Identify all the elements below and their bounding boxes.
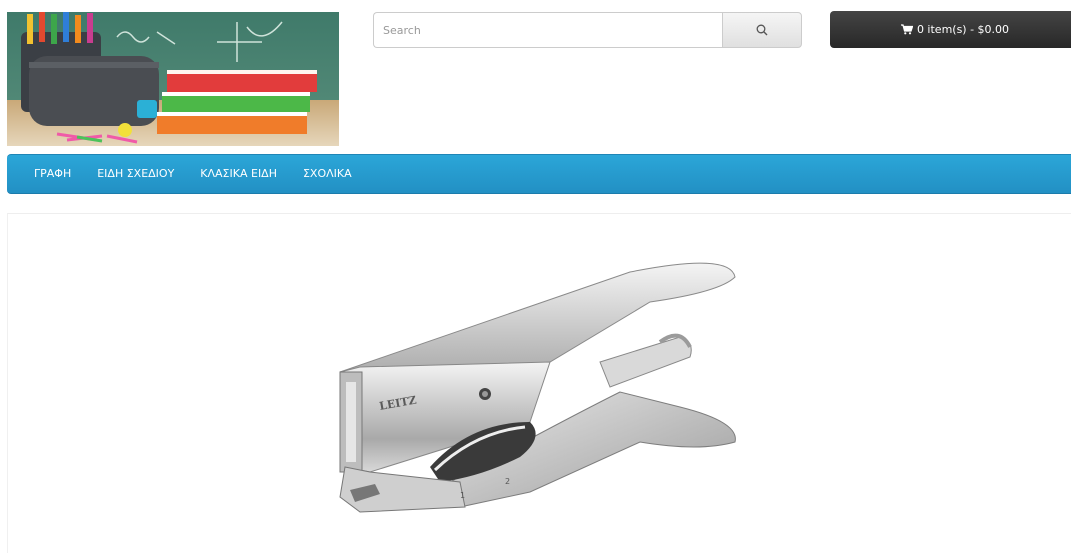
- search-icon: [756, 24, 768, 36]
- category-menu: ΓΡΑΦΗ ΕΙΔΗ ΣΧΕΔΙΟΥ ΚΛΑΣΙΚΑ ΕΙΔΗ ΣΧΟΛΙΚΑ: [7, 154, 1071, 194]
- store-logo-banner[interactable]: [7, 12, 339, 146]
- menu-item-klasika-eidi[interactable]: ΚΛΑΣΙΚΑ ΕΙΔΗ: [187, 154, 290, 194]
- search-input[interactable]: [373, 12, 722, 48]
- search-button[interactable]: [722, 12, 802, 48]
- cart-button[interactable]: 0 item(s) - $0.00: [830, 11, 1071, 48]
- menu-item-eidi-sxediou[interactable]: ΕΙΔΗ ΣΧΕΔΙΟΥ: [84, 154, 187, 194]
- menu-item-sxolika[interactable]: ΣΧΟΛΙΚΑ: [290, 154, 365, 194]
- shopping-cart-icon: [900, 24, 913, 35]
- depth-marker-1: 1: [460, 491, 465, 500]
- search-bar: [373, 12, 802, 48]
- stapler-image: LEITZ 2 1: [339, 262, 736, 513]
- school-supplies-image: [7, 12, 339, 146]
- depth-marker-2: 2: [505, 477, 510, 486]
- product-image[interactable]: LEITZ 2 1: [300, 222, 760, 552]
- cart-summary: 0 item(s) - $0.00: [916, 23, 1010, 36]
- menu-item-grafi[interactable]: ΓΡΑΦΗ: [21, 154, 84, 194]
